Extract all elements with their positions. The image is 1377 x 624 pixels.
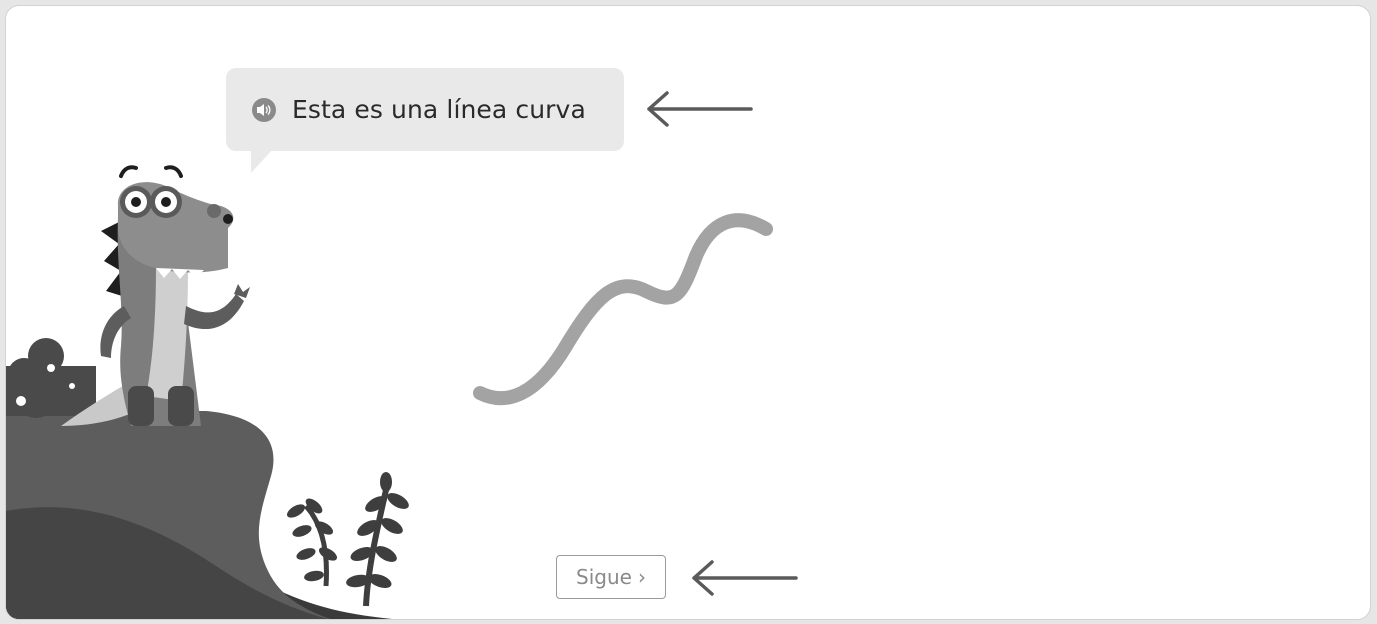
arrow-left-icon bbox=[692, 560, 798, 596]
chevron-right-icon: › bbox=[637, 565, 646, 589]
speech-bubble-tail bbox=[251, 149, 273, 173]
next-button[interactable]: Sigue › bbox=[556, 555, 666, 599]
lesson-card: Esta es una línea curva Sigue › bbox=[5, 5, 1371, 620]
plant bbox=[286, 472, 409, 607]
next-button-label: Sigue bbox=[576, 565, 632, 589]
bush bbox=[6, 338, 96, 418]
speech-text: Esta es una línea curva bbox=[292, 95, 586, 124]
arrow-left-icon bbox=[647, 91, 753, 127]
speaker-icon[interactable] bbox=[252, 97, 276, 122]
curved-line bbox=[473, 213, 773, 406]
speech-bubble: Esta es una línea curva bbox=[226, 68, 624, 151]
